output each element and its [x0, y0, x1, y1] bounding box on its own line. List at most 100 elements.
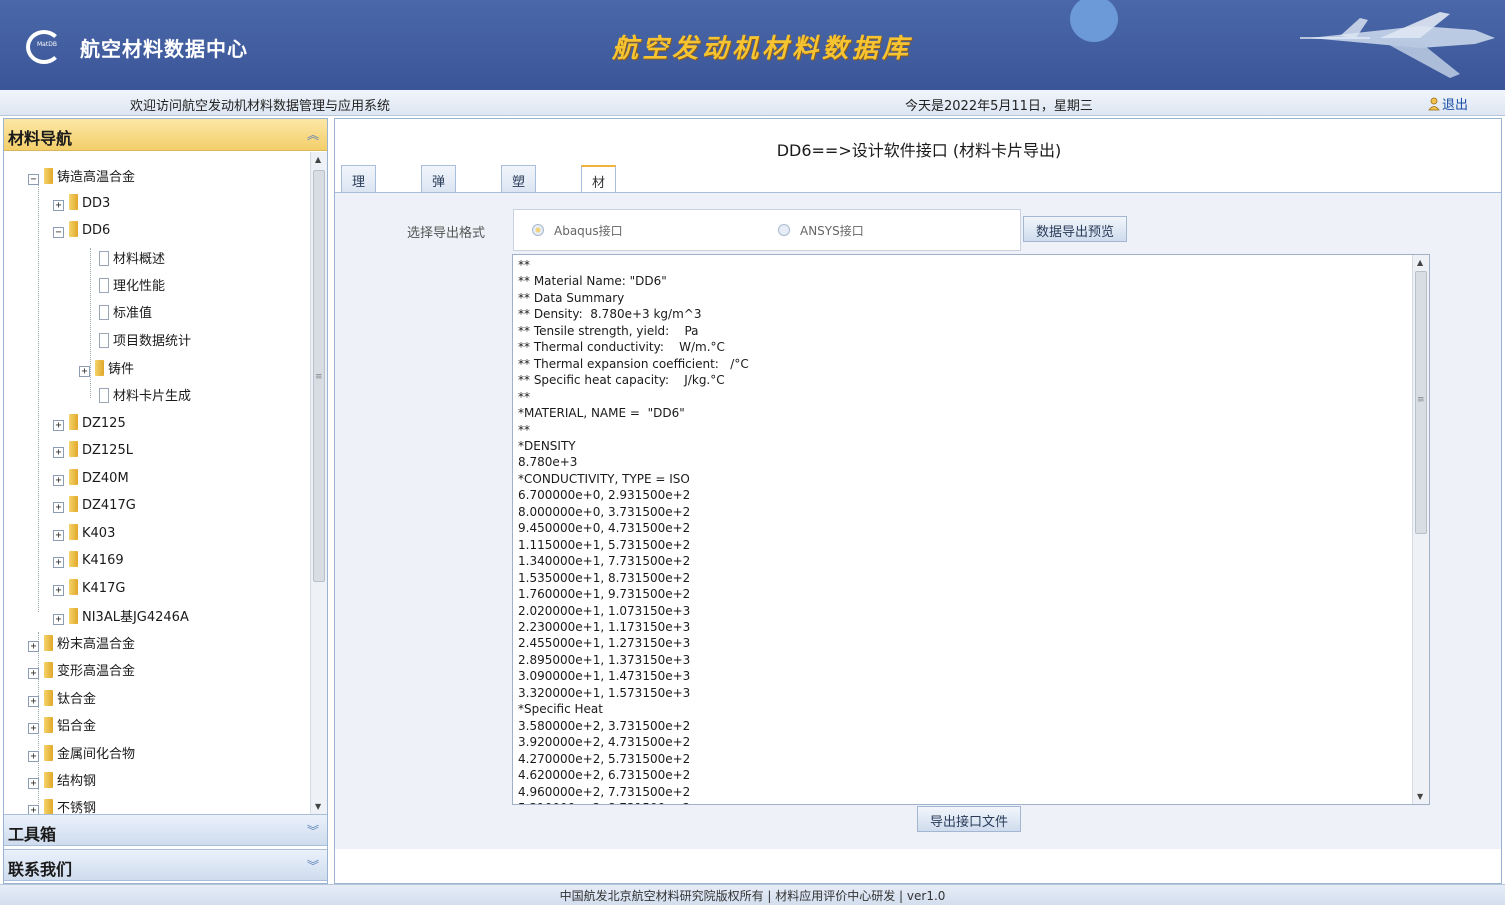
footer: 中国航发北京航空材料研究院版权所有 | 材料应用评价中心研发 | ver1.0 [0, 884, 1505, 905]
folder-icon [44, 745, 53, 761]
radio-ansys[interactable] [778, 224, 790, 236]
expand-icon[interactable]: + [28, 778, 39, 789]
tree-node-k4169[interactable]: + K4169 [53, 551, 124, 573]
toolbox-header[interactable]: 工具箱 ︾ [4, 814, 327, 846]
expand-icon[interactable]: + [53, 585, 64, 596]
tree-node-dz417g[interactable]: + DZ417G [53, 496, 136, 518]
folder-icon [69, 524, 78, 540]
export-file-button[interactable]: 导出接口文件 [917, 806, 1022, 832]
tree-node-dz40m[interactable]: + DZ40M [53, 469, 129, 491]
expand-icon[interactable]: + [53, 502, 64, 513]
expand-icon[interactable]: + [53, 447, 64, 458]
collapse-icon[interactable]: − [28, 174, 39, 185]
tree-node-dz125[interactable]: + DZ125 [53, 414, 126, 436]
tree-node-structural-steel[interactable]: + 结构钢 [28, 770, 96, 792]
expand-icon[interactable]: + [28, 696, 39, 707]
radio-abaqus-label[interactable]: Abaqus接口 [554, 222, 623, 239]
expand-icon[interactable]: + [53, 200, 64, 211]
folder-icon [95, 360, 104, 376]
folder-icon [44, 690, 53, 706]
folder-icon [44, 717, 53, 733]
format-label: 选择导出格式 [407, 226, 486, 241]
tree-node-intermetallics[interactable]: + 金属间化合物 [28, 743, 135, 765]
material-tree: − 铸造高温合金 + DD3 − DD6 材料概述 理化性能 标准值 项目数据统计 +… [4, 152, 309, 814]
folder-icon [69, 194, 78, 210]
expand-icon[interactable]: + [28, 723, 39, 734]
tab-physical-props[interactable]: 理化性能 [341, 165, 377, 247]
expand-icon[interactable]: + [28, 805, 39, 814]
tree-node-powder-superalloy[interactable]: + 粉末高温合金 [28, 633, 135, 655]
expand-icon[interactable]: + [79, 366, 90, 377]
folder-icon [44, 799, 53, 814]
tree-node-aluminum-alloy[interactable]: + 铝合金 [28, 715, 96, 737]
tree-leaf-project-stats[interactable]: 项目数据统计 [99, 330, 191, 352]
nav-scrollbar[interactable]: ▲ ≡ ▼ [310, 152, 327, 814]
radio-abaqus[interactable] [532, 224, 544, 236]
tree-node-titanium-alloy[interactable]: + 钛合金 [28, 688, 96, 710]
tree-node-dd3[interactable]: + DD3 [53, 194, 110, 216]
folder-icon [44, 168, 53, 184]
tree-leaf-physical-props[interactable]: 理化性能 [99, 275, 165, 297]
tree-node-castings[interactable]: + 铸件 [79, 358, 134, 380]
scroll-up-icon[interactable]: ▲ [315, 155, 321, 164]
tree-node-wrought-superalloy[interactable]: + 变形高温合金 [28, 660, 135, 682]
user-icon [1428, 97, 1440, 111]
folder-icon [69, 579, 78, 595]
scroll-down-icon[interactable]: ▼ [1417, 792, 1423, 801]
tree-leaf-standard-values[interactable]: 标准值 [99, 302, 152, 324]
contact-header[interactable]: 联系我们 ︾ [4, 849, 327, 881]
collapse-up-icon[interactable]: ︽ [307, 126, 319, 143]
app-name: 航空材料数据中心 [80, 37, 248, 61]
folder-icon [69, 221, 78, 237]
scroll-up-icon[interactable]: ▲ [1417, 258, 1423, 267]
app-header: MatDB 航空材料数据中心 航空发动机材料数据库 [0, 0, 1505, 90]
folder-icon [44, 772, 53, 788]
document-icon [99, 278, 109, 293]
output-scrollbar[interactable]: ▲ ≡ ▼ [1412, 255, 1429, 804]
jet-fighter-icon [1300, 12, 1495, 78]
tab-material-export[interactable]: 材料导出 [581, 165, 617, 248]
scroll-grip-icon: ≡ [1417, 395, 1425, 405]
expand-icon[interactable]: + [53, 420, 64, 431]
tab-plastic-props[interactable]: 塑性性能 [501, 165, 537, 247]
tree-connector [38, 182, 39, 612]
tree-node-dz125l[interactable]: + DZ125L [53, 441, 133, 463]
scroll-down-icon[interactable]: ▼ [315, 802, 321, 811]
expand-icon[interactable]: + [28, 751, 39, 762]
expand-down-icon[interactable]: ︾ [307, 857, 319, 874]
tree-node-k403[interactable]: + K403 [53, 524, 115, 546]
document-icon [99, 333, 109, 348]
export-preview-textarea[interactable]: ** ** Material Name: "DD6" ** Data Summa… [512, 254, 1430, 805]
date-text: 今天是2022年5月11日，星期三 [905, 99, 1093, 114]
expand-icon[interactable]: + [53, 557, 64, 568]
tree-leaf-overview[interactable]: 材料概述 [99, 248, 165, 270]
expand-down-icon[interactable]: ︾ [307, 822, 319, 839]
expand-icon[interactable]: + [28, 668, 39, 679]
folder-icon [69, 551, 78, 567]
welcome-text: 欢迎访问航空发动机材料数据管理与应用系统 [130, 99, 391, 114]
expand-icon[interactable]: + [53, 530, 64, 541]
expand-icon[interactable]: + [53, 614, 64, 625]
copyright-text: 中国航发北京航空材料研究院版权所有 | 材料应用评价中心研发 | ver1.0 [559, 889, 946, 903]
tree-node-cast-superalloy[interactable]: − 铸造高温合金 [28, 166, 135, 188]
tree-node-stainless-steel[interactable]: + 不锈钢 [28, 797, 96, 814]
banner-decoration [1070, 0, 1118, 42]
page-title: DD6==>设计软件接口 (材料卡片导出) [776, 141, 1062, 160]
nav-header[interactable]: 材料导航 ︽ [4, 119, 327, 151]
logout-link[interactable]: 退出 [1428, 94, 1468, 113]
tree-node-k417g[interactable]: + K417G [53, 579, 125, 601]
banner-title: 航空发动机材料数据库 [612, 34, 913, 64]
expand-icon[interactable]: + [28, 641, 39, 652]
tree-leaf-card-generation[interactable]: 材料卡片生成 [99, 385, 191, 407]
document-icon [99, 251, 109, 266]
folder-icon [44, 662, 53, 678]
collapse-icon[interactable]: − [53, 227, 64, 238]
radio-ansys-label[interactable]: ANSYS接口 [800, 222, 864, 239]
tree-node-dd6[interactable]: − DD6 [53, 221, 110, 243]
tree-node-ni3al-jg4246a[interactable]: + NI3AL基JG4246A [53, 606, 189, 628]
export-preview-text: ** ** Material Name: "DD6" ** Data Summa… [518, 258, 749, 804]
logout-label: 退出 [1442, 98, 1469, 113]
tab-elastic-props[interactable]: 弹性性能 [421, 165, 457, 247]
expand-icon[interactable]: + [53, 475, 64, 486]
preview-button[interactable]: 数据导出预览 [1023, 216, 1128, 242]
